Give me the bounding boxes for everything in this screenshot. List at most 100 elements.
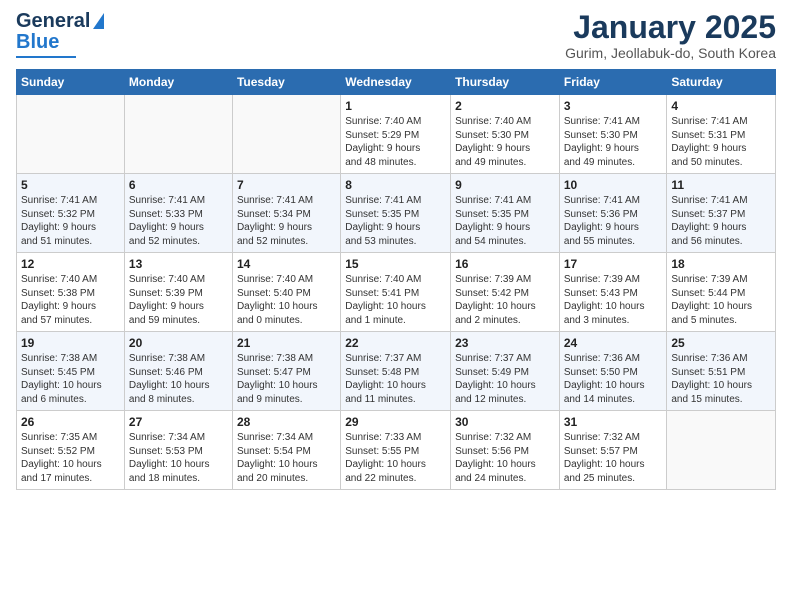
- cell-text-line: Sunrise: 7:41 AM: [21, 194, 120, 208]
- cell-text-line: Sunset: 5:50 PM: [564, 366, 663, 380]
- cell-text-line: Daylight: 9 hours: [129, 221, 228, 235]
- cell-text-line: and 15 minutes.: [671, 393, 771, 407]
- cell-text-line: Sunset: 5:54 PM: [237, 445, 336, 459]
- day-number: 19: [21, 336, 120, 350]
- cell-text-line: Daylight: 10 hours: [129, 458, 228, 472]
- calendar-cell: [17, 95, 125, 174]
- cell-text-line: Daylight: 9 hours: [671, 142, 771, 156]
- day-number: 15: [345, 257, 446, 271]
- cell-text-line: Sunset: 5:37 PM: [671, 208, 771, 222]
- cell-text-line: and 3 minutes.: [564, 314, 663, 328]
- cell-text-line: Sunrise: 7:41 AM: [237, 194, 336, 208]
- calendar-day-header: Monday: [124, 70, 232, 95]
- cell-text-line: Daylight: 9 hours: [237, 221, 336, 235]
- calendar-cell: 25Sunrise: 7:36 AMSunset: 5:51 PMDayligh…: [667, 332, 776, 411]
- cell-text-line: Sunrise: 7:41 AM: [671, 115, 771, 129]
- cell-text-line: Daylight: 10 hours: [455, 458, 555, 472]
- cell-text-line: Daylight: 10 hours: [455, 300, 555, 314]
- calendar-day-header: Sunday: [17, 70, 125, 95]
- cell-text-line: Sunrise: 7:36 AM: [564, 352, 663, 366]
- day-number: 17: [564, 257, 663, 271]
- cell-text-line: Daylight: 10 hours: [564, 458, 663, 472]
- day-number: 14: [237, 257, 336, 271]
- calendar-cell: 8Sunrise: 7:41 AMSunset: 5:35 PMDaylight…: [341, 174, 451, 253]
- cell-text-line: Sunset: 5:35 PM: [455, 208, 555, 222]
- day-number: 24: [564, 336, 663, 350]
- cell-text-line: Sunset: 5:31 PM: [671, 129, 771, 143]
- day-number: 25: [671, 336, 771, 350]
- month-title: January 2025: [565, 10, 776, 45]
- cell-text-line: Sunset: 5:32 PM: [21, 208, 120, 222]
- cell-text-line: Sunset: 5:40 PM: [237, 287, 336, 301]
- calendar-cell: [232, 95, 340, 174]
- cell-text-line: Daylight: 10 hours: [671, 379, 771, 393]
- day-number: 18: [671, 257, 771, 271]
- day-number: 7: [237, 178, 336, 192]
- cell-text-line: and 1 minute.: [345, 314, 446, 328]
- logo-triangle-icon: [93, 13, 104, 29]
- location: Gurim, Jeollabuk-do, South Korea: [565, 45, 776, 61]
- cell-text-line: Daylight: 10 hours: [455, 379, 555, 393]
- logo-underline: [16, 56, 76, 58]
- calendar-cell: 19Sunrise: 7:38 AMSunset: 5:45 PMDayligh…: [17, 332, 125, 411]
- cell-text-line: Daylight: 9 hours: [671, 221, 771, 235]
- day-number: 6: [129, 178, 228, 192]
- logo: General Blue: [16, 10, 104, 58]
- day-number: 4: [671, 99, 771, 113]
- cell-text-line: and 22 minutes.: [345, 472, 446, 486]
- day-number: 5: [21, 178, 120, 192]
- calendar-cell: 15Sunrise: 7:40 AMSunset: 5:41 PMDayligh…: [341, 253, 451, 332]
- cell-text-line: and 52 minutes.: [237, 235, 336, 249]
- cell-text-line: Sunset: 5:33 PM: [129, 208, 228, 222]
- calendar-week-row: 12Sunrise: 7:40 AMSunset: 5:38 PMDayligh…: [17, 253, 776, 332]
- day-number: 10: [564, 178, 663, 192]
- cell-text-line: Daylight: 9 hours: [21, 221, 120, 235]
- calendar-cell: 3Sunrise: 7:41 AMSunset: 5:30 PMDaylight…: [559, 95, 667, 174]
- cell-text-line: and 50 minutes.: [671, 156, 771, 170]
- cell-text-line: Sunrise: 7:39 AM: [455, 273, 555, 287]
- cell-text-line: Daylight: 10 hours: [564, 300, 663, 314]
- calendar-cell: 4 Sunrise: 7:41 AMSunset: 5:31 PMDaylight…: [667, 95, 776, 174]
- calendar-cell: 7Sunrise: 7:41 AMSunset: 5:34 PMDaylight…: [232, 174, 340, 253]
- day-number: 30: [455, 415, 555, 429]
- cell-text-line: Sunrise: 7:40 AM: [345, 115, 446, 129]
- cell-text-line: Sunrise: 7:41 AM: [564, 115, 663, 129]
- cell-text-line: Sunrise: 7:33 AM: [345, 431, 446, 445]
- cell-text-line: and 57 minutes.: [21, 314, 120, 328]
- day-number: 31: [564, 415, 663, 429]
- day-number: 9: [455, 178, 555, 192]
- day-number: 22: [345, 336, 446, 350]
- calendar-cell: 27Sunrise: 7:34 AMSunset: 5:53 PMDayligh…: [124, 411, 232, 490]
- cell-text-line: and 59 minutes.: [129, 314, 228, 328]
- cell-text-line: Sunrise: 7:39 AM: [564, 273, 663, 287]
- cell-text-line: Sunrise: 7:40 AM: [129, 273, 228, 287]
- cell-text-line: Daylight: 9 hours: [564, 221, 663, 235]
- cell-text-line: Sunrise: 7:40 AM: [345, 273, 446, 287]
- cell-text-line: Sunset: 5:35 PM: [345, 208, 446, 222]
- cell-text-line: Daylight: 9 hours: [129, 300, 228, 314]
- calendar-cell: 5 Sunrise: 7:41 AMSunset: 5:32 PMDaylight…: [17, 174, 125, 253]
- calendar-week-row: 19Sunrise: 7:38 AMSunset: 5:45 PMDayligh…: [17, 332, 776, 411]
- cell-text-line: Sunrise: 7:41 AM: [129, 194, 228, 208]
- logo-blue: Blue: [16, 31, 59, 54]
- day-number: 12: [21, 257, 120, 271]
- day-number: 21: [237, 336, 336, 350]
- day-number: 11: [671, 178, 771, 192]
- calendar-cell: 31Sunrise: 7:32 AMSunset: 5:57 PMDayligh…: [559, 411, 667, 490]
- logo-general: General: [16, 10, 90, 33]
- calendar-cell: 29Sunrise: 7:33 AMSunset: 5:55 PMDayligh…: [341, 411, 451, 490]
- calendar-cell: 11Sunrise: 7:41 AMSunset: 5:37 PMDayligh…: [667, 174, 776, 253]
- cell-text-line: Sunset: 5:30 PM: [455, 129, 555, 143]
- cell-text-line: Sunset: 5:41 PM: [345, 287, 446, 301]
- calendar-cell: 18Sunrise: 7:39 AMSunset: 5:44 PMDayligh…: [667, 253, 776, 332]
- cell-text-line: and 55 minutes.: [564, 235, 663, 249]
- cell-text-line: Sunset: 5:55 PM: [345, 445, 446, 459]
- day-number: 13: [129, 257, 228, 271]
- calendar-cell: 24Sunrise: 7:36 AMSunset: 5:50 PMDayligh…: [559, 332, 667, 411]
- day-number: 23: [455, 336, 555, 350]
- cell-text-line: Sunset: 5:29 PM: [345, 129, 446, 143]
- cell-text-line: Sunrise: 7:40 AM: [21, 273, 120, 287]
- cell-text-line: Daylight: 9 hours: [455, 221, 555, 235]
- day-number: 2: [455, 99, 555, 113]
- day-number: 29: [345, 415, 446, 429]
